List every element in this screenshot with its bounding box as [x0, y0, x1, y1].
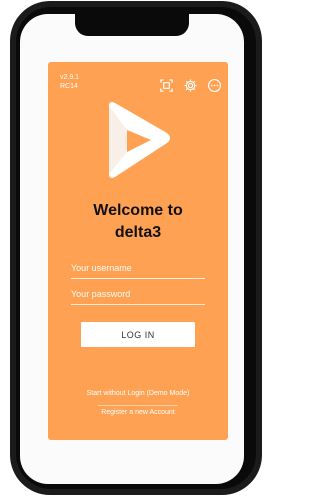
password-input[interactable]	[71, 286, 205, 305]
app-logo-icon	[109, 102, 170, 178]
username-input[interactable]	[71, 260, 205, 279]
version-info: v2.9.1 RC14	[60, 73, 79, 91]
phone-notch	[75, 14, 189, 36]
gear-icon[interactable]	[183, 78, 198, 93]
welcome-heading: Welcome to delta3	[48, 200, 228, 244]
qr-scan-icon[interactable]	[159, 78, 174, 93]
build-label: RC14	[60, 83, 78, 90]
version-label: v2.9.1	[60, 74, 80, 81]
app-screen: v2.9.1 RC14 Welcome to delta3 Your usern…	[20, 14, 244, 484]
demo-mode-link[interactable]: Start without Login (Demo Mode)	[48, 390, 228, 397]
welcome-line-1: Welcome to	[93, 202, 183, 219]
top-actions	[159, 78, 222, 93]
login-button[interactable]: LOG IN	[81, 322, 195, 347]
welcome-line-2: delta3	[114, 224, 162, 241]
link-divider	[98, 405, 178, 406]
more-icon[interactable]	[207, 78, 222, 93]
register-link[interactable]: Register a new Account	[48, 409, 228, 416]
login-card: v2.9.1 RC14 Welcome to delta3 Your usern…	[48, 62, 228, 440]
